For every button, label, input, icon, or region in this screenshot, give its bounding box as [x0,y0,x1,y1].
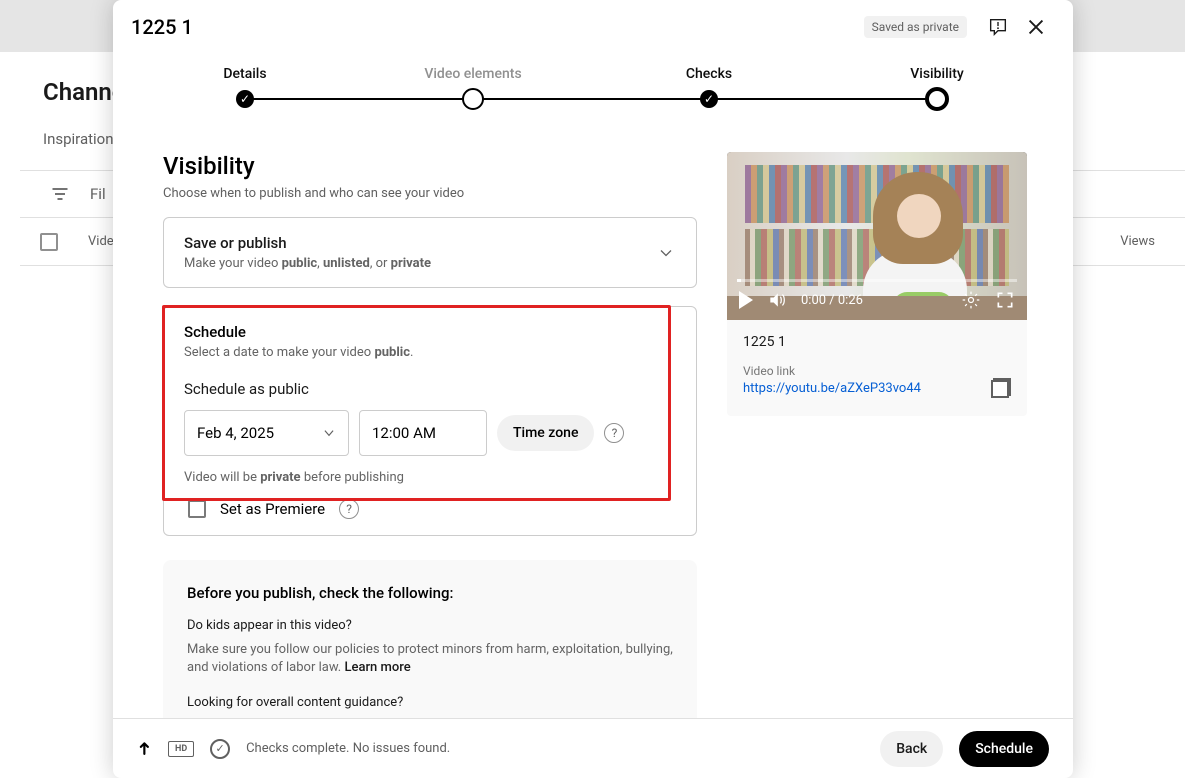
scrub-bar[interactable] [737,279,1017,282]
feedback-icon[interactable] [979,8,1017,46]
save-publish-desc: Make your video public, unlisted, or pri… [184,256,656,271]
publish-info-card: Before you publish, check the following:… [163,560,697,718]
bg-col-views: Views [1120,234,1155,249]
premiere-checkbox[interactable] [188,500,206,518]
schedule-desc: Select a date to make your video public. [184,345,676,360]
premiere-label: Set as Premiere [220,500,325,518]
dialog-footer: ➜ HD ✓ Checks complete. No issues found.… [113,718,1073,778]
step-checks-label[interactable]: Checks [619,66,799,82]
schedule-date-value: Feb 4, 2025 [197,424,274,442]
schedule-note: Video will be private before publishing [184,470,676,485]
video-thumbnail[interactable]: 0:00 / 0:26 [727,152,1027,320]
upload-dialog: 1225 1 Saved as private Details ✓ Video … [113,0,1073,778]
schedule-title: Schedule [184,323,676,341]
dialog-title: 1225 1 [131,15,193,39]
checks-status-text: Checks complete. No issues found. [246,741,450,756]
schedule-button[interactable]: Schedule [959,731,1049,767]
bg-tabs: Inspiration [43,130,114,148]
fullscreen-icon[interactable] [995,290,1015,310]
bg-filter-text[interactable]: Fil [90,185,106,203]
timecode: 0:00 / 0:26 [801,293,863,308]
dialog-header: 1225 1 Saved as private [113,0,1073,54]
video-link-label: Video link [743,364,1011,378]
kids-a: Make sure you follow our policies to pro… [187,641,673,677]
step-video-elements-label[interactable]: Video elements [383,66,563,82]
guidance-q: Looking for overall content guidance? [187,695,673,710]
settings-icon[interactable] [961,290,981,310]
step-visibility-icon[interactable] [925,87,949,111]
close-icon[interactable] [1017,8,1055,46]
before-publish-heading: Before you publish, check the following: [187,584,673,602]
step-video-elements-icon[interactable] [462,88,484,110]
volume-icon[interactable] [767,290,787,310]
save-or-publish-card[interactable]: Save or publish Make your video public, … [163,217,697,288]
learn-more-link[interactable]: Learn more [344,660,410,675]
stepper: Details ✓ Video elements Checks ✓ Visibi… [223,54,963,132]
bg-tab-inspiration[interactable]: Inspiration [43,130,114,148]
checks-status-icon: ✓ [210,739,230,759]
kids-q: Do kids appear in this video? [187,618,673,633]
video-preview: 0:00 / 0:26 1225 1 Video link https://yo… [727,152,1027,416]
copy-icon[interactable] [991,378,1011,398]
preview-title: 1225 1 [743,334,1011,350]
timezone-help-icon[interactable]: ? [604,423,624,443]
upload-status-icon[interactable]: ➜ [134,741,155,756]
video-link[interactable]: https://youtu.be/aZXeP33vo44 [743,381,921,396]
schedule-date-select[interactable]: Feb 4, 2025 [184,410,349,456]
chevron-down-icon [322,426,336,440]
schedule-card: Schedule Select a date to make your vide… [163,306,697,536]
hd-badge-icon: HD [168,741,194,757]
save-publish-title: Save or publish [184,234,656,252]
schedule-time-input[interactable]: 12:00 AM [359,410,487,456]
step-checks-icon[interactable]: ✓ [700,90,718,108]
schedule-as-public-label: Schedule as public [184,380,676,398]
filter-icon[interactable] [50,184,70,204]
back-button[interactable]: Back [880,731,943,767]
schedule-time-value: 12:00 AM [372,424,436,442]
premiere-help-icon[interactable]: ? [339,499,359,519]
timezone-button[interactable]: Time zone [497,415,594,451]
play-icon[interactable] [739,291,753,309]
page-subtitle: Choose when to publish and who can see y… [163,186,697,201]
chevron-down-icon [656,243,676,263]
step-details-label[interactable]: Details [155,66,335,82]
bg-select-all-checkbox[interactable] [40,233,58,251]
step-visibility-label[interactable]: Visibility [847,66,1027,82]
step-details-icon[interactable]: ✓ [236,90,254,108]
saved-status-badge: Saved as private [864,16,967,38]
page-title: Visibility [163,152,697,180]
